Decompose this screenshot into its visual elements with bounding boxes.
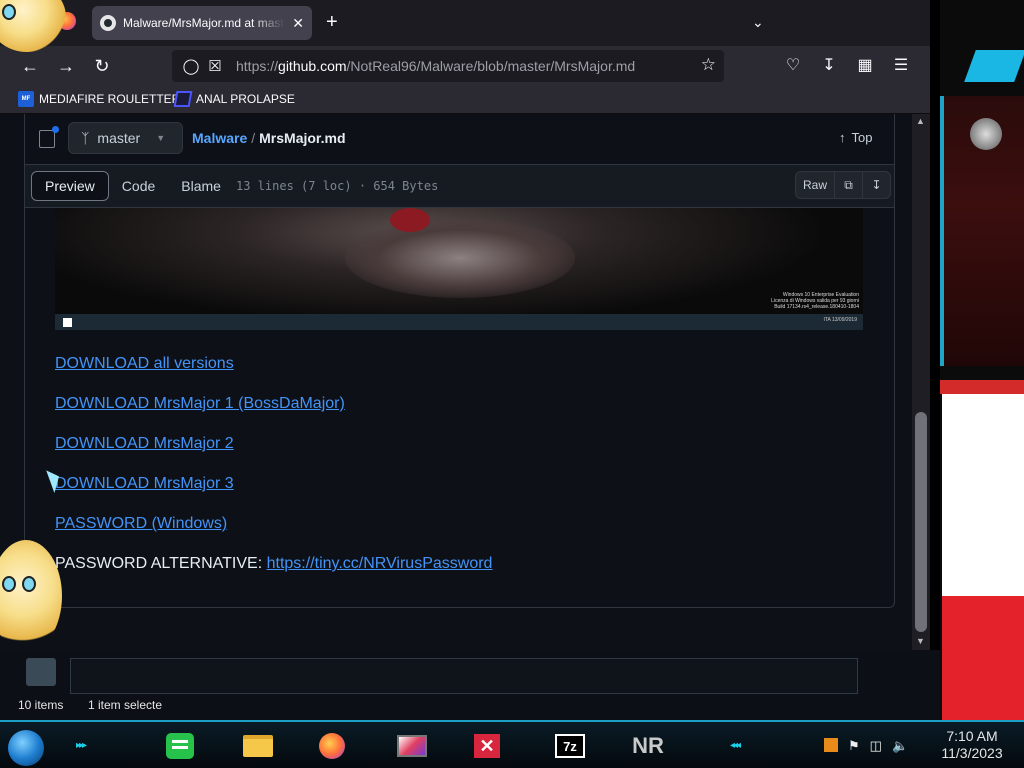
- file-header: ᛉ master ▼ Malware / MrsMajor.md ↑ Top: [24, 114, 895, 164]
- clock-date: 11/3/2023: [941, 745, 1003, 761]
- forward-arrow-icon[interactable]: →: [54, 54, 78, 78]
- reload-icon[interactable]: ↻: [90, 54, 114, 78]
- top-button[interactable]: ↑ Top: [839, 130, 872, 145]
- markdown-body: Windows 10 Enterprise Evaluation Licenza…: [24, 208, 895, 608]
- link-download-mrsmajor-2[interactable]: DOWNLOAD MrsMajor 2: [55, 435, 234, 452]
- breadcrumb-file: MrsMajor.md: [259, 130, 346, 146]
- taskbar-file-explorer[interactable]: [236, 730, 280, 762]
- taskbar-clock[interactable]: 7:10 AM 11/3/2023: [936, 728, 1008, 762]
- back-arrow-icon[interactable]: ←: [18, 54, 42, 78]
- windows-watermark: Windows 10 Enterprise Evaluation Licenza…: [771, 292, 859, 310]
- github-page: ᛉ master ▼ Malware / MrsMajor.md ↑ Top P…: [0, 114, 912, 650]
- arrow-up-icon: ↑: [839, 130, 846, 145]
- system-tray: ⚑ ◫ 🔈: [824, 738, 908, 754]
- volume-icon[interactable]: 🔈: [892, 738, 908, 754]
- bookmark-mediafire[interactable]: MF MEDIAFIRE ROULETTER: [18, 91, 180, 107]
- desktop: Malware/MrsMajor.md at master ✕ + ⌄ ← → …: [0, 0, 1024, 768]
- notification-dot: [52, 126, 59, 133]
- browser-navbar: ← → ↻ ◯ ☒ https://github.com/NotReal96/M…: [0, 46, 930, 86]
- pocket-icon[interactable]: ♡: [782, 54, 804, 78]
- tab-preview[interactable]: Preview: [31, 171, 109, 201]
- folder-icon: [243, 735, 273, 757]
- start-orb-icon[interactable]: [8, 730, 44, 766]
- download-icon[interactable]: ↧: [818, 54, 840, 78]
- windows-logo-icon: [63, 318, 72, 327]
- breadcrumb: Malware / MrsMajor.md: [192, 130, 346, 146]
- tab-title: Malware/MrsMajor.md at master: [123, 16, 286, 30]
- embedded-screenshot: Windows 10 Enterprise Evaluation Licenza…: [55, 208, 863, 330]
- flag-icon[interactable]: ⚑: [848, 738, 860, 754]
- taskbar-x-app[interactable]: ✕: [465, 730, 509, 762]
- download-file-icon[interactable]: ↧: [863, 171, 891, 199]
- mediafire-icon: MF: [18, 91, 34, 107]
- bookmark-star-icon[interactable]: ☆: [701, 55, 716, 75]
- file-manager-window: 10 items 1 item selecte: [0, 650, 940, 720]
- link-download-mrsmajor-1[interactable]: DOWNLOAD MrsMajor 1 (BossDaMajor): [55, 395, 345, 412]
- desktop-wallpaper: [940, 0, 1024, 726]
- tab-blame[interactable]: Blame: [168, 171, 234, 201]
- 7zip-icon: 7z: [555, 734, 585, 758]
- shield-icon[interactable]: ◯: [182, 57, 200, 75]
- item-count: 10 items: [18, 698, 64, 712]
- link-download-mrsmajor-3[interactable]: DOWNLOAD MrsMajor 3: [55, 475, 234, 492]
- notes-icon: [166, 733, 194, 759]
- toolbar-right: ♡ ↧ ▦ ☰: [782, 54, 912, 78]
- menu-icon[interactable]: ☰: [890, 54, 912, 78]
- link-download-all[interactable]: DOWNLOAD all versions: [55, 355, 234, 372]
- page-scrollbar[interactable]: ▲ ▼: [912, 114, 930, 650]
- folder-thumbnail-icon[interactable]: [26, 658, 56, 686]
- taskbar-screen-app[interactable]: [390, 730, 434, 762]
- link-password-alternative[interactable]: https://tiny.cc/NRVirusPassword: [267, 555, 493, 572]
- breadcrumb-repo[interactable]: Malware: [192, 130, 247, 146]
- extensions-icon[interactable]: ▦: [854, 54, 876, 78]
- wallpaper-white-area: [942, 394, 1024, 596]
- copy-icon[interactable]: ⧉: [835, 171, 863, 199]
- red-x-icon: ✕: [474, 734, 500, 758]
- monitor-icon: [397, 735, 427, 757]
- scroll-down-icon[interactable]: ▼: [916, 636, 925, 646]
- raw-button[interactable]: Raw: [795, 171, 835, 199]
- selection-status: 1 item selecte: [88, 698, 163, 712]
- file-tree-icon[interactable]: [39, 126, 59, 148]
- tab-mrsmajor[interactable]: Malware/MrsMajor.md at master ✕: [92, 6, 312, 40]
- chevron-down-icon[interactable]: ⌄: [752, 14, 764, 31]
- caret-down-icon: ▼: [156, 133, 166, 143]
- wallpaper-widget: [940, 96, 1024, 366]
- taskbar-notes-app[interactable]: [158, 730, 202, 762]
- download-links: DOWNLOAD all versions DOWNLOAD MrsMajor …: [55, 354, 492, 594]
- bookmark-triangle-icon: [173, 91, 193, 107]
- file-manager-pane[interactable]: [70, 658, 858, 694]
- network-icon[interactable]: ◫: [870, 738, 882, 754]
- clock-time: 7:10 AM: [946, 728, 998, 744]
- taskbar-7zip[interactable]: 7z: [548, 730, 592, 762]
- bookmark-anal-prolapse[interactable]: ANAL PROLAPSE: [173, 91, 295, 107]
- alien-logo-icon: [970, 118, 1002, 150]
- firefox-icon: [319, 733, 345, 759]
- warning-icon[interactable]: [824, 738, 838, 752]
- branch-selector[interactable]: ᛉ master ▼: [68, 122, 183, 154]
- new-tab-button[interactable]: +: [326, 12, 338, 32]
- taskbar-firefox[interactable]: [310, 730, 354, 762]
- tab-close-icon[interactable]: ✕: [292, 15, 304, 32]
- branch-icon: ᛉ: [81, 130, 90, 146]
- lock-icon[interactable]: ☒: [206, 57, 224, 75]
- scrollbar-thumb[interactable]: [915, 412, 927, 632]
- bookmarks-bar: MF MEDIAFIRE ROULETTER ANAL PROLAPSE: [0, 86, 930, 114]
- taskbar-nr-app[interactable]: NR: [626, 730, 670, 762]
- scroll-up-icon[interactable]: ▲: [916, 116, 925, 126]
- tab-code[interactable]: Code: [109, 171, 168, 201]
- view-tabs: Preview Code Blame: [31, 171, 234, 201]
- github-icon: [100, 15, 116, 31]
- link-password-windows[interactable]: PASSWORD (Windows): [55, 515, 227, 532]
- url-bar[interactable]: ◯ ☒ https://github.com/NotReal96/Malware…: [172, 50, 724, 82]
- url-text[interactable]: https://github.com/NotReal96/Malware/blo…: [236, 58, 635, 74]
- file-meta: 13 lines (7 loc) · 654 Bytes: [236, 179, 439, 193]
- file-actions: Raw ⧉ ↧: [795, 171, 891, 199]
- embedded-taskbar: ITA 13/09/2019: [55, 314, 863, 330]
- browser-tabbar: Malware/MrsMajor.md at master ✕ + ⌄: [0, 0, 930, 46]
- password-alt-label: PASSWORD ALTERNATIVE:: [55, 555, 267, 572]
- file-toolbar: Preview Code Blame 13 lines (7 loc) · 65…: [24, 164, 895, 208]
- nr-icon: NR: [632, 733, 664, 758]
- windows-taskbar: ▸▸▸ ✕ 7z NR ◂◂◂ ⚑ ◫ 🔈 7:10 AM 11/3/2023: [0, 720, 1024, 768]
